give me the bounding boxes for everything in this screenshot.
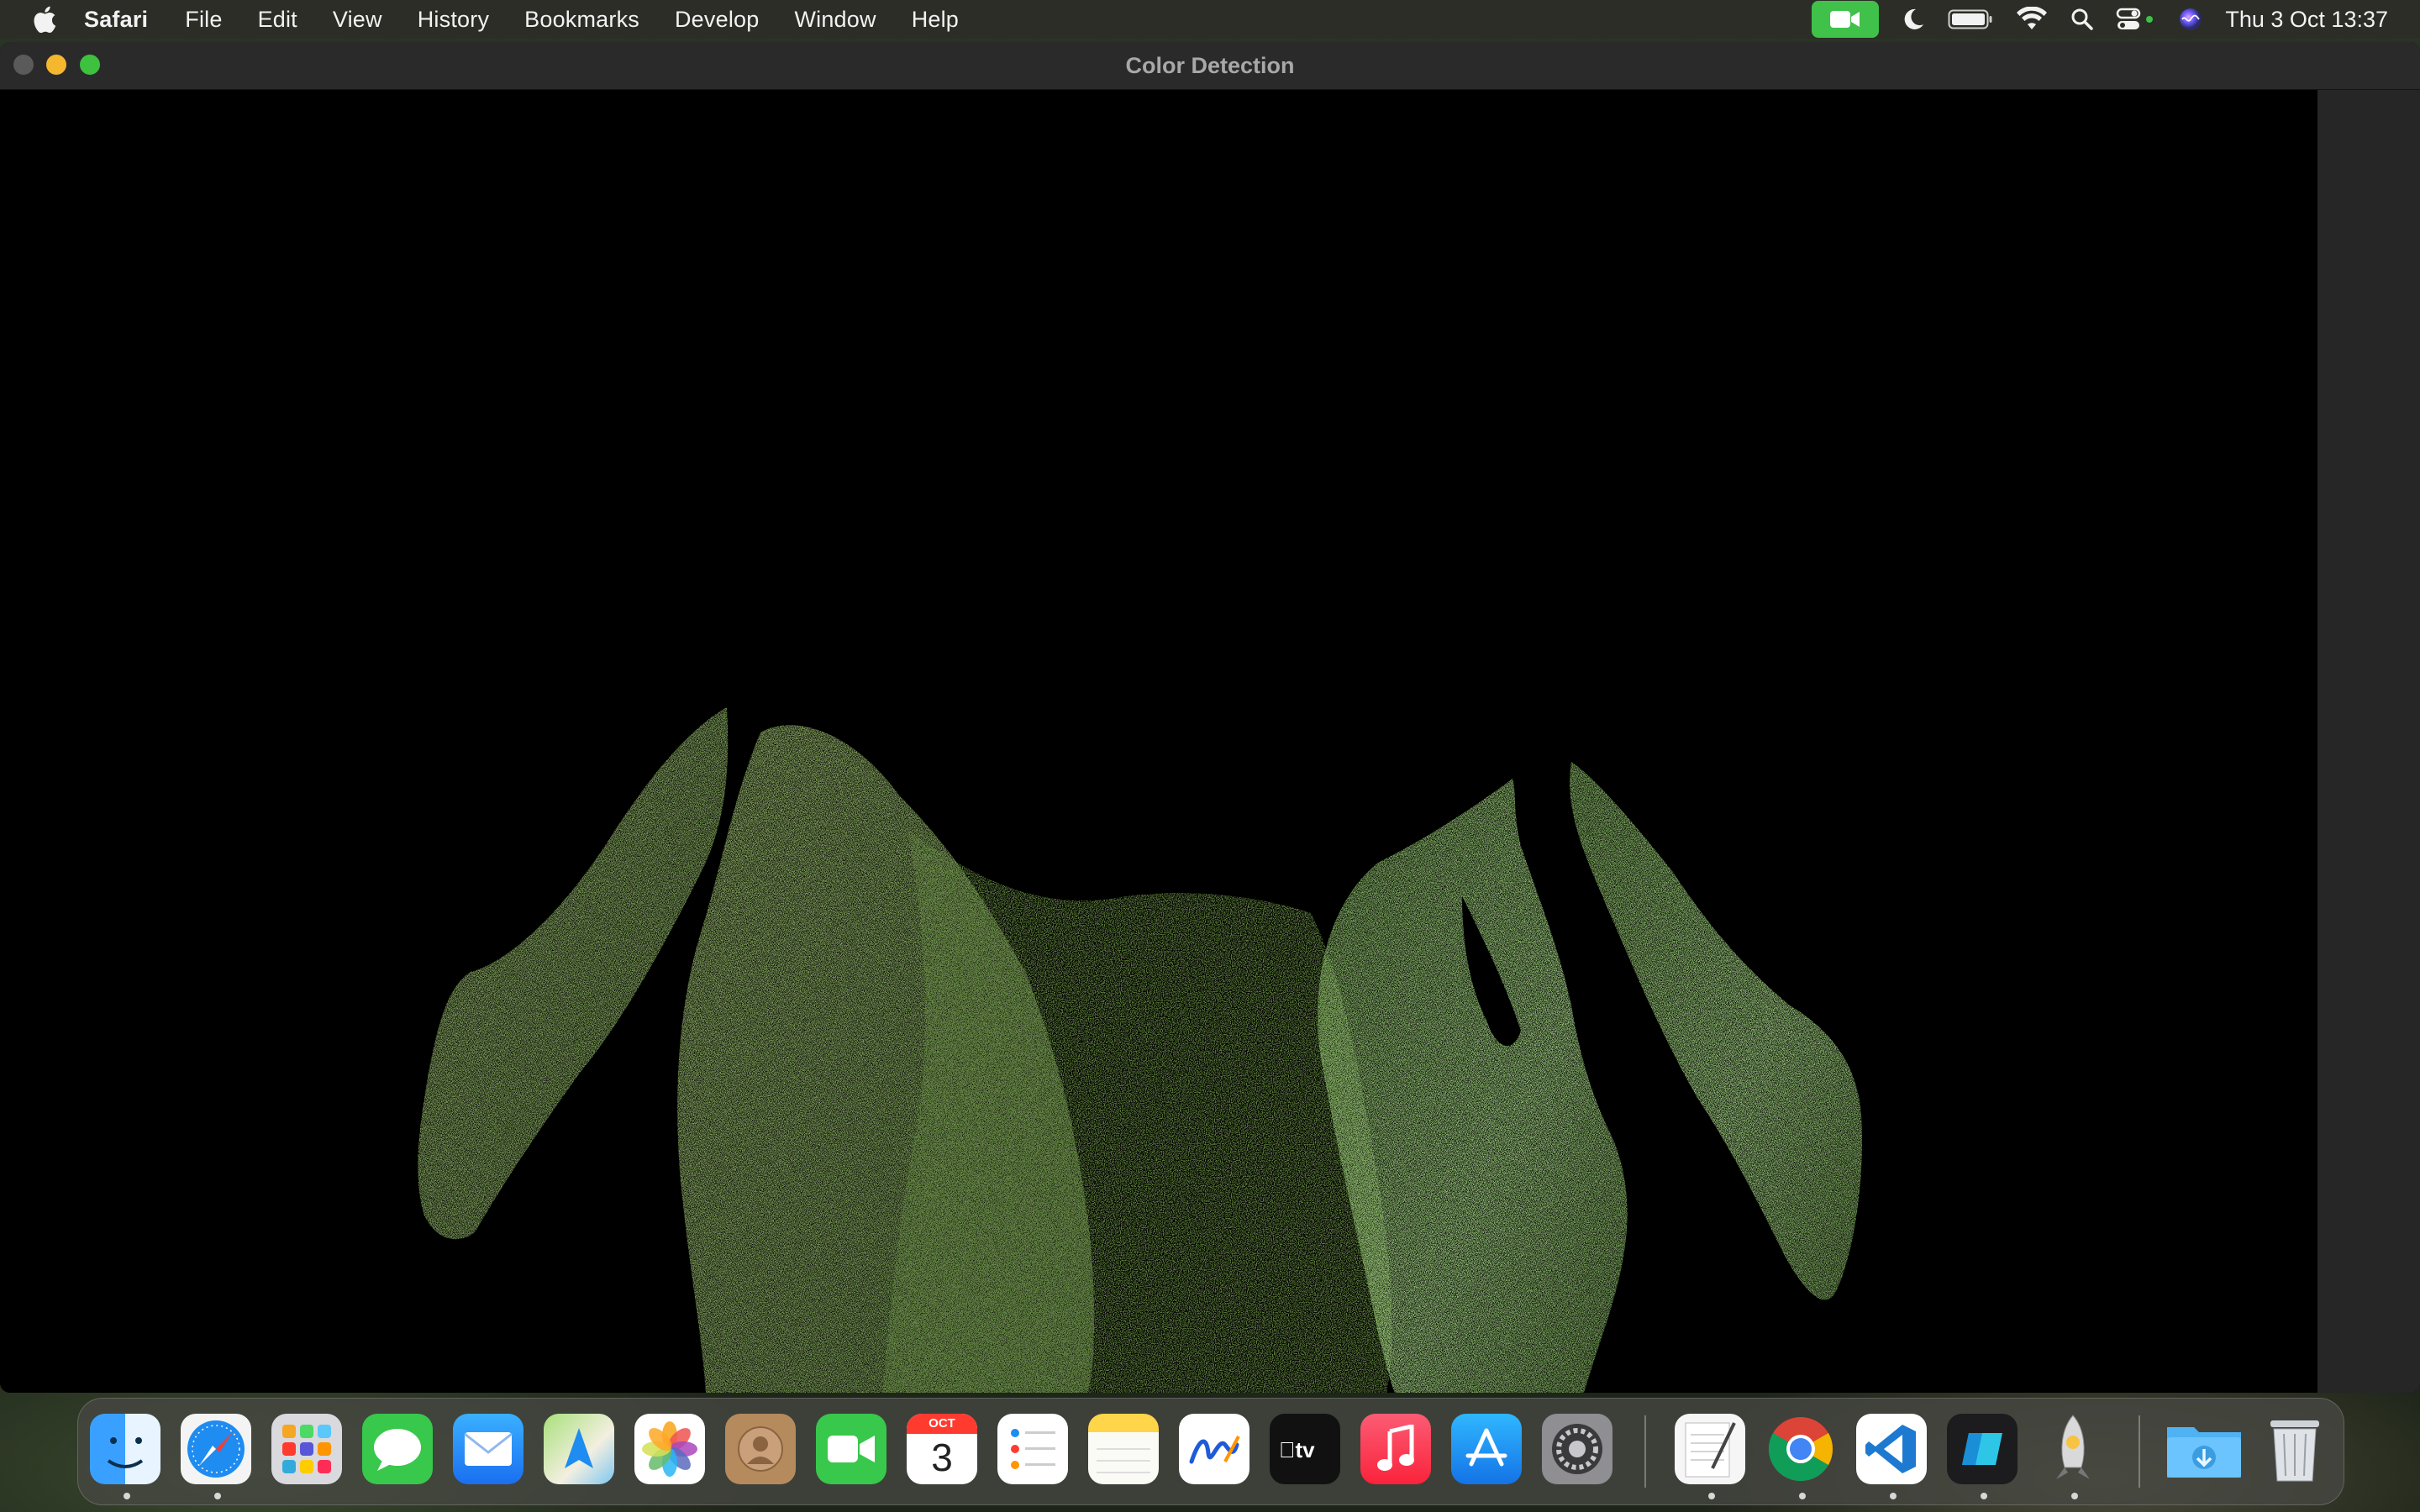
- textedit-icon[interactable]: [1675, 1414, 1745, 1484]
- status-area: Thu 3 Oct 13:37: [1812, 0, 2420, 39]
- menu-develop[interactable]: Develop: [675, 7, 759, 33]
- menu-bar: Safari File Edit View History Bookmarks …: [0, 0, 2420, 39]
- menu-app-name[interactable]: Safari: [84, 7, 148, 33]
- video-frame: [0, 90, 2317, 1393]
- tv-icon[interactable]: tv: [1270, 1414, 1340, 1484]
- running-indicator: [214, 1493, 221, 1499]
- music-icon[interactable]: [1360, 1414, 1431, 1484]
- menu-file[interactable]: File: [185, 7, 222, 33]
- search-icon[interactable]: [2070, 8, 2094, 31]
- facetime-icon[interactable]: [816, 1414, 886, 1484]
- menubar-clock[interactable]: Thu 3 Oct 13:37: [2225, 7, 2388, 33]
- siri-icon[interactable]: [2178, 7, 2203, 32]
- vscode-icon[interactable]: [1856, 1414, 1927, 1484]
- running-indicator: [124, 1493, 130, 1499]
- facetime-active-icon[interactable]: [1812, 1, 1880, 38]
- calendar-day: 3: [931, 1436, 953, 1479]
- python-rocket-icon[interactable]: [2038, 1414, 2108, 1484]
- freeform-icon[interactable]: [1179, 1414, 1249, 1484]
- safari-icon[interactable]: [181, 1414, 251, 1484]
- menu-edit[interactable]: Edit: [258, 7, 297, 33]
- running-indicator: [2071, 1493, 2078, 1499]
- window-titlebar[interactable]: Color Detection: [0, 42, 2420, 90]
- blue-app-icon[interactable]: [1947, 1414, 2018, 1484]
- menu-history[interactable]: History: [418, 7, 489, 33]
- maps-icon[interactable]: [544, 1414, 614, 1484]
- menu-view[interactable]: View: [333, 7, 382, 33]
- mail-icon[interactable]: [453, 1414, 523, 1484]
- calendar-month: OCT: [907, 1414, 977, 1434]
- running-indicator: [1981, 1493, 1987, 1499]
- running-indicator: [1708, 1493, 1715, 1499]
- menu-help[interactable]: Help: [912, 7, 959, 33]
- chrome-icon[interactable]: [1765, 1414, 1836, 1484]
- window-side-gutter: [2317, 90, 2420, 1393]
- control-center-icon[interactable]: [2116, 7, 2156, 32]
- app-store-icon[interactable]: [1451, 1414, 1522, 1484]
- svg-text:tv: tv: [1279, 1437, 1315, 1462]
- system-settings-icon[interactable]: [1542, 1414, 1612, 1484]
- trash-icon[interactable]: [2260, 1414, 2330, 1484]
- dock-separator: [1644, 1415, 1646, 1488]
- dock: OCT 3 tv: [77, 1398, 2344, 1505]
- menu-bookmarks[interactable]: Bookmarks: [524, 7, 639, 33]
- reminders-icon[interactable]: [997, 1414, 1068, 1484]
- wifi-icon[interactable]: [2015, 7, 2049, 32]
- notes-icon[interactable]: [1088, 1414, 1159, 1484]
- downloads-folder-icon[interactable]: [2162, 1414, 2246, 1484]
- running-indicator: [1890, 1493, 1897, 1499]
- window-title: Color Detection: [1125, 53, 1295, 78]
- launchpad-icon[interactable]: [271, 1414, 342, 1484]
- battery-icon[interactable]: [1948, 8, 1993, 30]
- messages-icon[interactable]: [362, 1414, 433, 1484]
- color-mask-image: [418, 707, 1862, 1393]
- running-indicator: [1799, 1493, 1806, 1499]
- menu-window[interactable]: Window: [794, 7, 876, 33]
- finder-icon[interactable]: [90, 1414, 160, 1484]
- mask-center-speckle: [882, 829, 1392, 1393]
- calendar-icon[interactable]: OCT 3: [907, 1414, 977, 1484]
- apple-menu-icon[interactable]: [32, 5, 57, 34]
- color-detection-window: Color Detection: [0, 42, 2420, 1393]
- dock-separator: [2139, 1415, 2140, 1488]
- photos-icon[interactable]: [634, 1414, 705, 1484]
- moon-icon[interactable]: [1901, 7, 1926, 32]
- contacts-icon[interactable]: [725, 1414, 796, 1484]
